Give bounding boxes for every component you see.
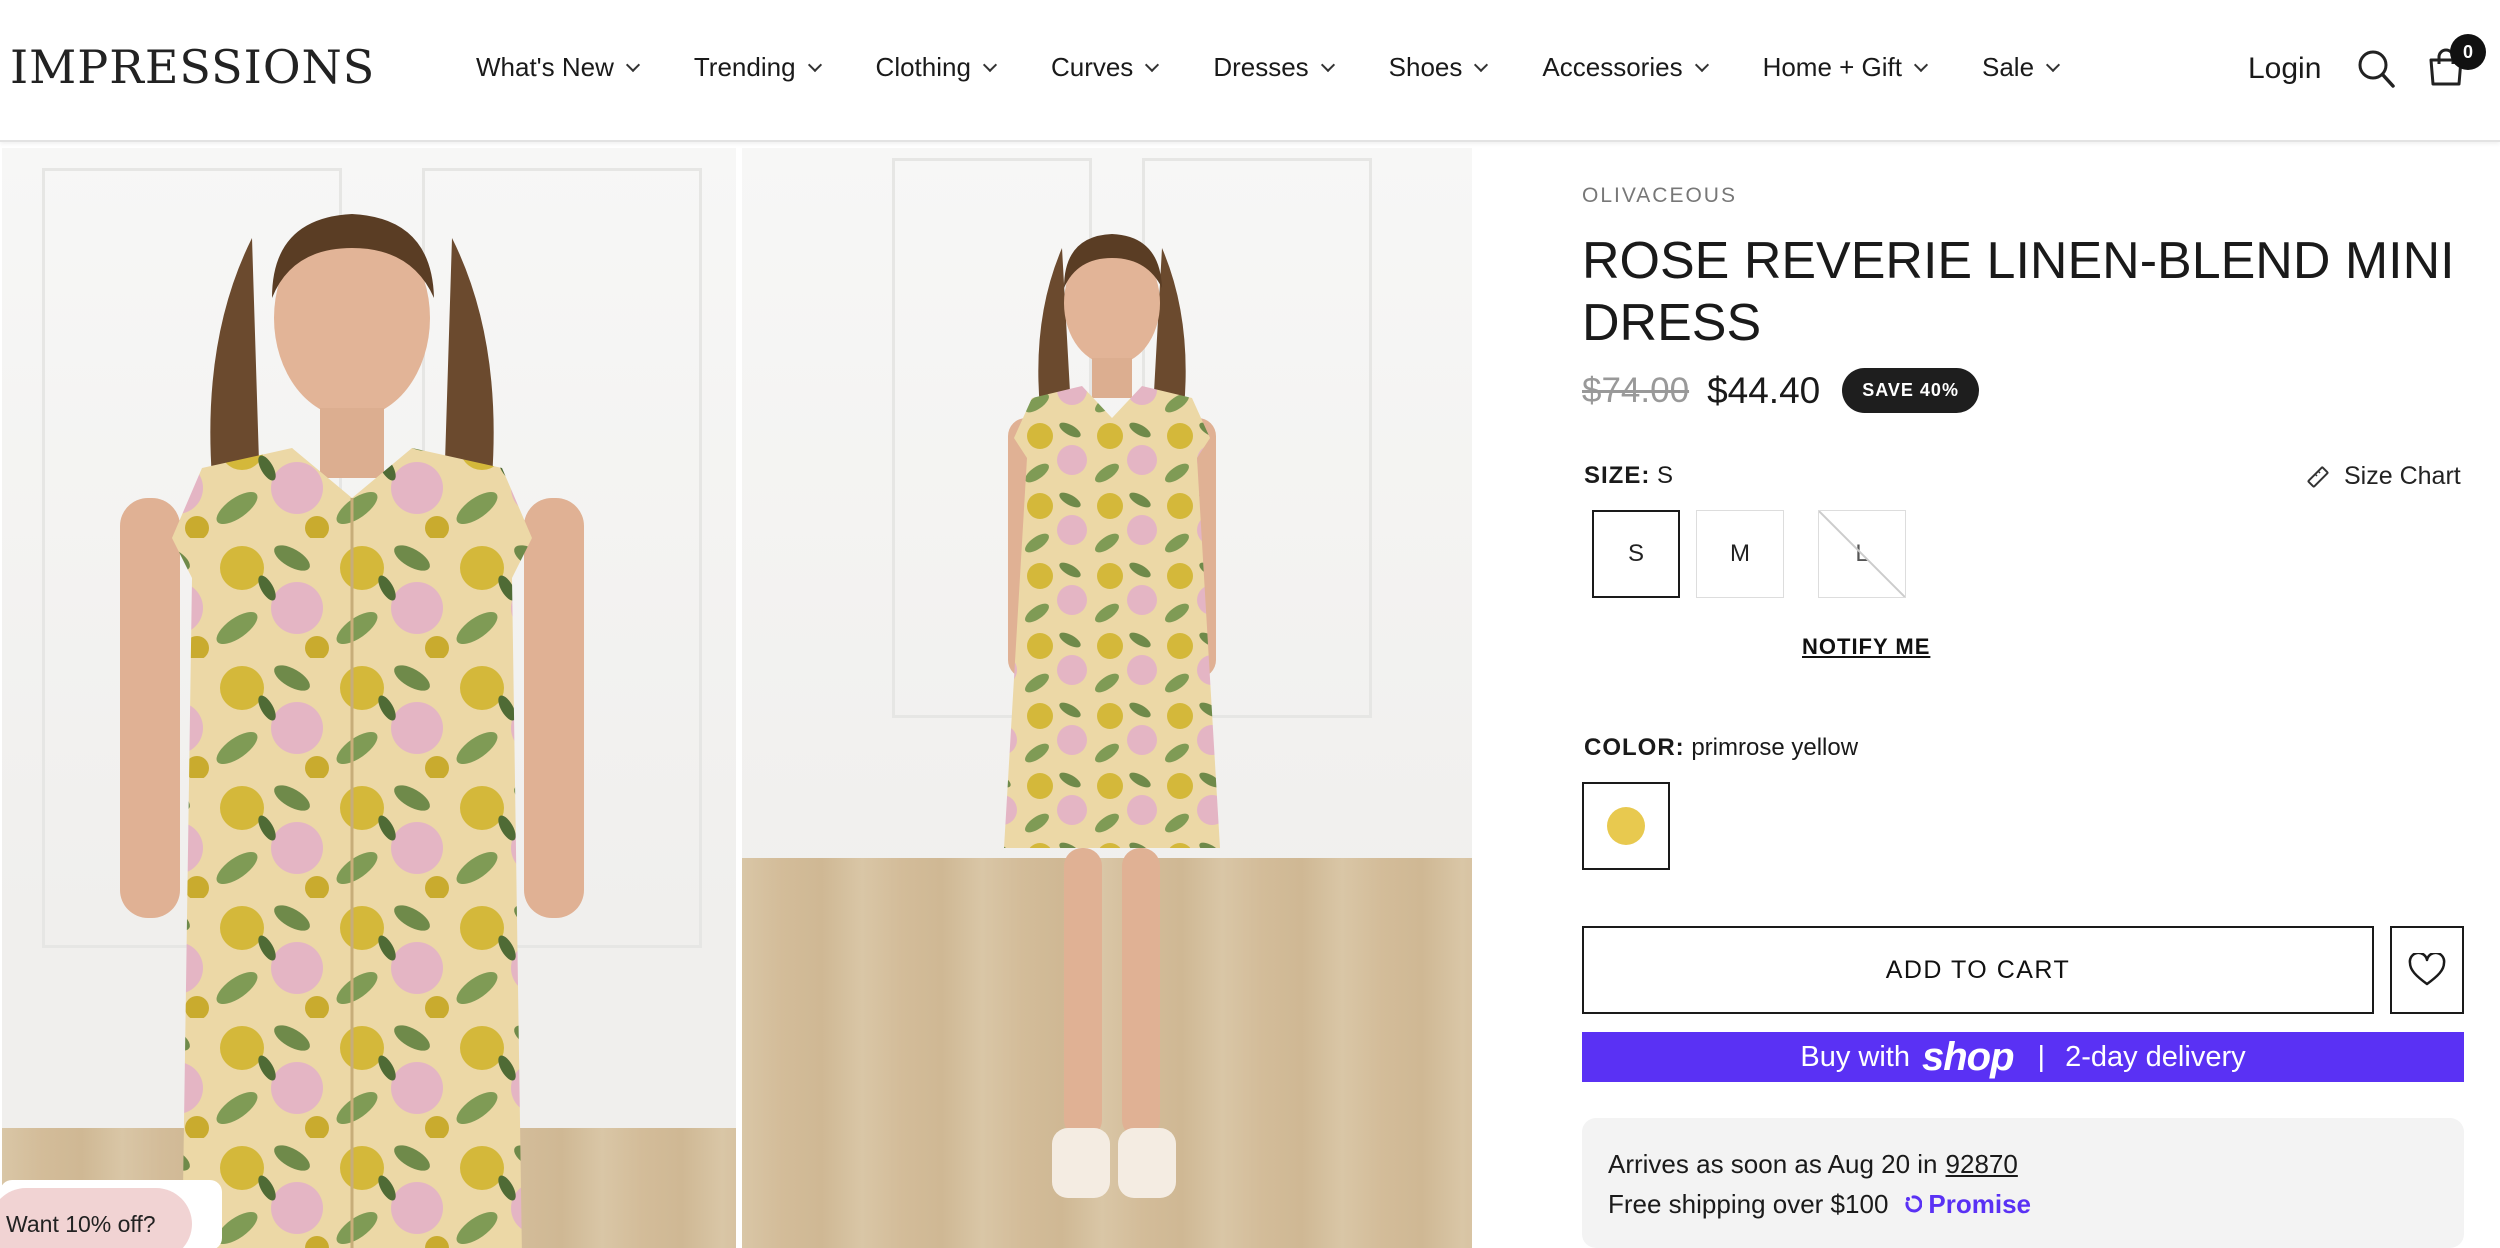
chevron-down-icon: [1694, 57, 1709, 72]
nav-clothing[interactable]: Clothing: [875, 52, 998, 83]
chevron-down-icon: [1474, 57, 1489, 72]
shipping-info-box: Arrives as soon as Aug 20 in 92870 Free …: [1582, 1118, 2464, 1248]
free-shipping-text: Free shipping over $100: [1608, 1189, 1889, 1219]
nav-label: Curves: [1050, 52, 1134, 82]
nav-home-gift[interactable]: Home + Gift: [1762, 52, 1929, 83]
chevron-down-icon: [625, 57, 640, 72]
size-options: S M L: [1592, 510, 1940, 598]
nav-label: Dresses: [1213, 52, 1309, 82]
discount-promo-pill[interactable]: Want 10% off?: [0, 1188, 192, 1248]
site-header: IMPRESSIONS What's New Trending Clothing…: [0, 0, 2500, 142]
notify-me-link[interactable]: NOTIFY ME: [1802, 634, 1930, 660]
nav-label: Sale: [1982, 52, 2035, 82]
product-image-1[interactable]: [2, 148, 736, 1248]
size-option-l-unavailable[interactable]: L: [1818, 510, 1906, 598]
nav-label: Shoes: [1388, 52, 1463, 82]
shop-pay-logo: shop: [1921, 1034, 2015, 1079]
nav-shoes[interactable]: Shoes: [1388, 52, 1489, 83]
color-swatch-primrose-yellow[interactable]: [1582, 782, 1670, 870]
size-label-heading: SIZE:: [1584, 462, 1651, 489]
sale-price: $44.40: [1707, 369, 1821, 411]
save-badge: SAVE 40%: [1842, 368, 1979, 413]
promo-label: Want 10% off?: [6, 1210, 156, 1237]
chevron-down-icon: [982, 57, 998, 72]
search-icon[interactable]: [2356, 48, 2396, 90]
chevron-down-icon: [807, 57, 822, 72]
unavailable-slash: [1819, 511, 1905, 597]
nav-label: Trending: [693, 52, 796, 82]
product-image-2[interactable]: [742, 148, 1472, 1248]
promise-label: Promise: [1928, 1189, 2032, 1219]
price-row: $74.00 $44.40 SAVE 40%: [1582, 368, 1979, 413]
nav-label: Clothing: [875, 52, 971, 82]
color-label: COLOR: primrose yellow: [1584, 734, 1858, 762]
nav-sale[interactable]: Sale: [1982, 52, 2061, 83]
arrival-text: Arrives as soon as Aug 20 in: [1608, 1149, 1938, 1179]
main-nav: What's New Trending Clothing Curves Dres…: [476, 52, 2114, 83]
shop-pay-delivery: 2-day delivery: [2065, 1040, 2246, 1073]
product-title: ROSE REVERIE LINEN-BLEND MINI DRESS: [1582, 232, 2455, 352]
model-figure: [120, 214, 584, 1248]
color-selected-value: primrose yellow: [1691, 734, 1859, 761]
cart-count-badge: 0: [2450, 34, 2486, 70]
size-label: SIZE: S: [1584, 462, 1673, 490]
nav-accessories[interactable]: Accessories: [1542, 52, 1709, 83]
nav-whats-new[interactable]: What's New: [476, 52, 640, 83]
promise-icon: [1905, 1195, 1923, 1213]
zip-code-link[interactable]: 92870: [1946, 1144, 2018, 1184]
add-to-cart-button[interactable]: ADD TO CART: [1582, 926, 2374, 1014]
nav-label: Home + Gift: [1762, 52, 1902, 82]
chevron-down-icon: [1145, 57, 1160, 72]
size-selected-value: S: [1657, 462, 1674, 489]
swatch-dot: [1607, 807, 1645, 845]
compare-at-price: $74.00: [1582, 370, 1690, 410]
arrival-estimate: Arrives as soon as Aug 20 in 92870: [1608, 1144, 2438, 1184]
nav-label: What's New: [476, 52, 614, 82]
heart-icon: [2408, 953, 2446, 986]
free-shipping-line: Free shipping over $100 Promise: [1608, 1184, 2438, 1224]
size-option-m[interactable]: M: [1696, 510, 1784, 598]
wishlist-button[interactable]: [2390, 926, 2464, 1014]
size-chart-label: Size Chart: [2344, 462, 2461, 490]
chevron-down-icon: [1320, 57, 1335, 72]
product-brand[interactable]: OLIVACEOUS: [1582, 184, 1737, 208]
size-option-s[interactable]: S: [1592, 510, 1680, 598]
site-logo[interactable]: IMPRESSIONS: [10, 40, 375, 94]
nav-label: Accessories: [1542, 52, 1683, 82]
shop-pay-buy-with: Buy with: [1800, 1040, 1910, 1073]
login-link[interactable]: Login: [2248, 52, 2321, 86]
chevron-down-icon: [2045, 57, 2061, 72]
shop-pay-button[interactable]: Buy with shop | 2-day delivery: [1582, 1032, 2464, 1082]
size-chart-link[interactable]: Size Chart: [2306, 462, 2461, 491]
shop-pay-separator: |: [2037, 1040, 2046, 1073]
model-figure: [1004, 234, 1220, 1198]
nav-curves[interactable]: Curves: [1050, 52, 1160, 83]
ruler-icon: [2307, 466, 2329, 487]
shop-promise-badge[interactable]: Promise: [1904, 1184, 2031, 1224]
chevron-down-icon: [1913, 57, 1929, 72]
nav-dresses[interactable]: Dresses: [1213, 52, 1335, 83]
color-label-heading: COLOR:: [1584, 734, 1685, 761]
nav-trending[interactable]: Trending: [693, 52, 822, 83]
